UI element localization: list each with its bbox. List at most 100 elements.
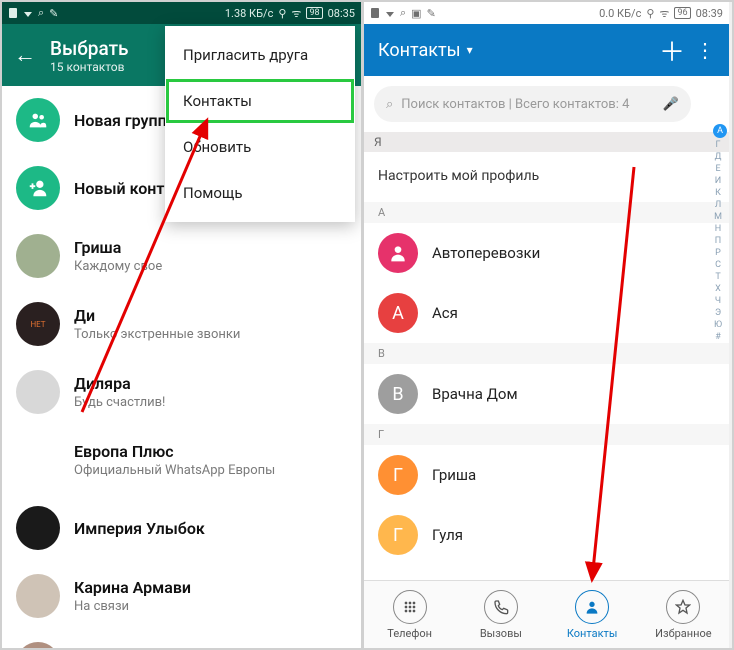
contacts-header: Контакты ▾ ＋ ⋮ — [364, 24, 729, 76]
contact-name: Диляра — [74, 374, 165, 393]
location-icon: ⚲ — [278, 7, 286, 20]
menu-invite[interactable]: Пригласить друга — [165, 32, 355, 78]
group-header: В — [364, 343, 729, 364]
menu-refresh[interactable]: Обновить — [165, 124, 355, 170]
status-bar: ⌕ ✎ 1.38 КБ/с ⚲ ᯤ 98 08:35 — [2, 2, 361, 24]
tab-label: Телефон — [387, 627, 432, 640]
alpha-letter[interactable]: Г — [715, 140, 720, 150]
battery-level: 98 — [306, 7, 322, 19]
star-icon — [666, 590, 700, 624]
alpha-letter[interactable]: Э — [715, 308, 721, 318]
contact-name: Ди — [74, 306, 240, 325]
new-group-label: Новая группа — [74, 111, 175, 130]
group-header: Г — [364, 424, 729, 445]
tab-person[interactable]: Контакты — [547, 581, 638, 648]
alpha-letter[interactable]: К — [715, 188, 721, 198]
contacts-pane: ⌕ ▣ ✎ 0.0 КБ/с ⚲ ᯤ 96 08:39 Контакты ▾ ＋… — [364, 2, 729, 648]
alpha-letter[interactable]: Е — [715, 164, 720, 174]
contact-name: Гуля — [432, 526, 463, 544]
contact-name: Гриша — [432, 466, 476, 484]
overflow-icon[interactable]: ⋮ — [695, 38, 715, 62]
menu-contacts[interactable]: Контакты — [165, 78, 355, 124]
search-status-icon: ⌕ — [38, 6, 44, 20]
header-title-dropdown[interactable]: Контакты ▾ — [378, 40, 649, 61]
alpha-letter[interactable]: М — [714, 212, 722, 222]
tab-phone[interactable]: Вызовы — [455, 581, 546, 648]
contact-status: Только экстренные звонки — [74, 327, 240, 342]
whatsapp-pane: ⌕ ✎ 1.38 КБ/с ⚲ ᯤ 98 08:35 ← Выбрать 15 … — [2, 2, 364, 648]
brush-icon: ✎ — [49, 7, 58, 20]
alpha-letter[interactable]: Ч — [715, 296, 721, 306]
contact-row[interactable]: НЕТ Ди Только экстренные звонки — [2, 290, 361, 358]
data-rate: 1.38 КБ/с — [225, 7, 273, 20]
search-input[interactable]: ⌕ Поиск контактов | Всего контактов: 4 🎤 — [374, 86, 691, 122]
contact-name: Ася — [432, 304, 458, 322]
contact-row[interactable]: Диляра Будь счастлив! — [2, 358, 361, 426]
alpha-letter[interactable]: Т — [715, 272, 720, 282]
sim-icon — [8, 8, 18, 18]
alpha-letter[interactable]: Ю — [714, 320, 722, 330]
location-icon: ⚲ — [646, 7, 654, 20]
alphabet-index[interactable]: ВГДЕИКЛМНПРСТХЧЭЮ# — [711, 128, 725, 342]
contact-row[interactable]: А Ася — [364, 283, 729, 343]
alpha-letter[interactable]: П — [715, 236, 721, 246]
contact-row[interactable]: В Врачна Дом — [364, 364, 729, 424]
alpha-letter[interactable]: # — [715, 332, 721, 342]
alpha-letter[interactable]: С — [715, 260, 721, 270]
contact-row[interactable]: Автоперевозки — [364, 223, 729, 283]
add-contact-button[interactable]: ＋ — [659, 32, 685, 69]
avatar: А — [378, 293, 418, 333]
contact-row[interactable]: Империя Улыбок — [2, 494, 361, 562]
group-icon — [16, 98, 60, 142]
setup-profile[interactable]: Настроить мой профиль — [364, 152, 729, 202]
contact-name: Врачна Дом — [432, 385, 518, 403]
contacts-body: Я Настроить мой профиль ААвтоперевозкиАА… — [364, 132, 729, 565]
group-header: А — [364, 202, 729, 223]
alpha-letter[interactable]: Х — [715, 284, 721, 294]
mic-icon[interactable]: 🎤 — [663, 97, 679, 112]
alpha-letter[interactable]: Р — [715, 248, 721, 258]
contact-name: Автоперевозки — [432, 244, 540, 262]
avatar — [378, 233, 418, 273]
menu-help[interactable]: Помощь — [165, 170, 355, 216]
contact-row[interactable]: Г Гриша — [364, 445, 729, 505]
contact-row[interactable]: ГришаКаждому свое — [2, 222, 361, 290]
avatar: Г — [378, 455, 418, 495]
contact-row[interactable]: Маретта — [2, 630, 361, 648]
down-icon — [385, 8, 395, 18]
avatar — [16, 642, 60, 648]
alpha-letter[interactable]: Л — [715, 200, 721, 210]
avatar — [16, 234, 60, 278]
alpha-current-badge: А — [713, 124, 727, 138]
avatar — [16, 370, 60, 414]
avatar: НЕТ — [16, 302, 60, 346]
contact-row[interactable]: Г Гуля — [364, 505, 729, 565]
contact-status: На связи — [74, 599, 191, 614]
tab-label: Контакты — [567, 627, 618, 640]
down-icon — [23, 8, 33, 18]
search-status-icon: ⌕ — [400, 6, 406, 20]
contact-row[interactable]: Карина АрмавиНа связи — [2, 562, 361, 630]
contact-status: Официальный WhatsApp Европы — [74, 463, 275, 478]
wifi-icon: ᯤ — [659, 6, 669, 21]
wifi-icon: ᯤ — [291, 6, 301, 21]
avatar — [16, 506, 60, 550]
search-container: ⌕ Поиск контактов | Всего контактов: 4 🎤 — [364, 76, 729, 132]
alpha-letter[interactable]: Д — [715, 152, 722, 162]
tab-dial[interactable]: Телефон — [364, 581, 455, 648]
alpha-letter[interactable]: И — [715, 176, 721, 186]
alpha-letter[interactable]: Н — [715, 224, 721, 234]
contact-row[interactable]: Европа ПлюсОфициальный WhatsApp Европы — [2, 426, 361, 494]
chevron-down-icon: ▾ — [467, 43, 473, 57]
tab-bar: Телефон Вызовы Контакты Избранное — [364, 580, 729, 648]
phone-icon — [484, 590, 518, 624]
avatar: В — [378, 374, 418, 414]
back-icon[interactable]: ← — [14, 42, 36, 68]
sim-icon — [370, 8, 380, 18]
tab-star[interactable]: Избранное — [638, 581, 729, 648]
tab-label: Избранное — [655, 627, 711, 640]
gallery-icon: ▣ — [411, 7, 421, 20]
contact-status: Будь счастлив! — [74, 395, 165, 410]
avatar: Г — [378, 515, 418, 555]
brush-icon: ✎ — [427, 7, 436, 20]
